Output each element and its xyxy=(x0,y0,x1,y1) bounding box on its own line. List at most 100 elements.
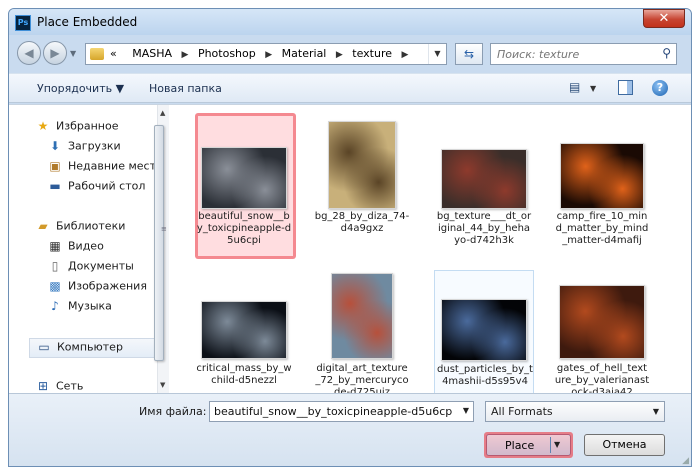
breadcrumb-masha[interactable]: MASHA xyxy=(132,47,172,60)
network-icon: ⊞ xyxy=(37,379,49,393)
place-embedded-dialog: Ps Place Embedded ✕ ◀ ▶ ▼ « MASHA ▶ Phot… xyxy=(8,8,692,467)
close-button[interactable]: ✕ xyxy=(643,9,685,28)
sidebar-item-favorites[interactable]: ★ Избранное xyxy=(35,119,119,137)
folder-icon xyxy=(90,48,104,60)
file-thumbnail xyxy=(560,143,644,209)
sidebar-item-downloads[interactable]: ⬇ Загрузки xyxy=(47,139,121,157)
photoshop-app-icon: Ps xyxy=(15,15,31,31)
sidebar-item-computer[interactable]: ▭ Компьютер xyxy=(29,338,156,358)
scroll-down-icon[interactable]: ▼ xyxy=(160,381,165,389)
navigation-pane: ★ Избранное ⬇ Загрузки ▣ Недавние места ▬ Ра… xyxy=(9,105,169,393)
refresh-button[interactable]: ⇆ xyxy=(455,43,483,65)
file-item[interactable]: bg_28_by_diza_74-d4a9gxz xyxy=(312,113,412,259)
dialog-body: ★ Избранное ⬇ Загрузки ▣ Недавние места ▬ Ра… xyxy=(9,104,691,393)
file-name: bg_texture___dt_original_44_by_hehayo-d7… xyxy=(436,211,532,246)
file-item[interactable]: beautiful_snow__by_toxicpineapple-d5u6cp… xyxy=(194,113,296,259)
change-view-icon[interactable]: ▤ xyxy=(569,80,580,94)
help-icon[interactable]: ? xyxy=(652,80,668,96)
breadcrumb: « MASHA ▶ Photoshop ▶ Material ▶ texture… xyxy=(110,47,414,60)
file-thumbnail xyxy=(201,301,287,359)
window-title: Place Embedded xyxy=(37,15,138,29)
file-thumbnail xyxy=(441,299,527,361)
filename-history-arrow-icon[interactable]: ▼ xyxy=(463,406,469,415)
file-item[interactable]: bg_texture___dt_original_44_by_hehayo-d7… xyxy=(434,113,534,259)
search-icon[interactable]: ⚲ xyxy=(662,46,671,60)
computer-icon: ▭ xyxy=(38,340,50,354)
file-format-select[interactable]: All Formats ▼ xyxy=(485,401,665,422)
breadcrumb-separator-icon[interactable]: ▶ xyxy=(402,50,409,60)
sidebar-item-network[interactable]: ⊞ Сеть xyxy=(35,379,83,393)
file-name: gates_of_hell_texture_by_valerianastock-… xyxy=(554,363,650,393)
file-name: critical_mass_by_wchild-d5nezzl xyxy=(196,363,292,386)
file-thumbnail xyxy=(201,147,287,209)
sidebar-item-video[interactable]: ▦ Видео xyxy=(47,239,103,257)
sidebar-item-libraries[interactable]: ▰ Библиотеки xyxy=(35,219,125,237)
filename-field[interactable] xyxy=(210,402,452,421)
command-bar: Упорядочить ▼ Новая папка ▤ ▼ ? xyxy=(9,73,691,103)
dialog-footer: Имя файла: ▼ All Formats ▼ Place ▼ Отмен… xyxy=(9,393,691,466)
place-button[interactable]: Place ▼ xyxy=(484,432,573,458)
search-box[interactable]: ⚲ xyxy=(490,43,677,65)
star-icon: ★ xyxy=(37,119,49,133)
new-folder-button[interactable]: Новая папка xyxy=(149,82,222,95)
file-thumbnail xyxy=(328,121,396,209)
file-name: camp_fire_10_mind_matter_by_mind_matter-… xyxy=(555,211,649,246)
file-thumbnail xyxy=(331,273,393,359)
recent-pages-arrow-icon[interactable]: ▼ xyxy=(70,49,76,58)
breadcrumb-separator-icon[interactable]: ▶ xyxy=(336,50,343,60)
breadcrumb-prefix[interactable]: « xyxy=(110,47,117,60)
scroll-up-icon[interactable]: ▲ xyxy=(160,109,165,117)
file-name: digital_art_texture_72_by_mercurycode-d7… xyxy=(315,363,409,393)
libraries-icon: ▰ xyxy=(38,219,48,233)
place-button-label: Place xyxy=(505,439,535,452)
filename-label: Имя файла: xyxy=(139,405,207,418)
back-button[interactable]: ◀ xyxy=(17,41,41,65)
file-item[interactable]: digital_art_texture_72_by_mercurycode-d7… xyxy=(312,265,412,393)
file-item[interactable]: critical_mass_by_wchild-d5nezzl xyxy=(194,265,294,393)
file-item[interactable]: camp_fire_10_mind_matter_by_mind_matter-… xyxy=(552,113,652,259)
file-list: beautiful_snow__by_toxicpineapple-d5u6cp… xyxy=(172,105,691,393)
place-options-arrow-icon[interactable]: ▼ xyxy=(554,440,560,449)
sidebar-item-recent-places[interactable]: ▣ Недавние места xyxy=(47,159,162,177)
cancel-button[interactable]: Отмена xyxy=(584,434,665,456)
title-bar[interactable]: Ps Place Embedded ✕ xyxy=(9,9,691,35)
documents-icon: ▯ xyxy=(51,259,59,273)
forward-button[interactable]: ▶ xyxy=(43,41,67,65)
breadcrumb-photoshop[interactable]: Photoshop xyxy=(198,47,256,60)
split-divider xyxy=(550,437,551,453)
file-thumbnail xyxy=(559,285,645,359)
breadcrumb-separator-icon[interactable]: ▶ xyxy=(265,50,272,60)
sidebar-item-desktop[interactable]: ▬ Рабочий стол xyxy=(47,179,145,197)
organize-menu[interactable]: Упорядочить ▼ xyxy=(37,82,124,95)
sidebar-item-music[interactable]: ♪ Музыка xyxy=(47,299,112,317)
preview-pane-icon[interactable] xyxy=(618,80,633,95)
music-icon: ♪ xyxy=(51,299,59,313)
sidebar-item-documents[interactable]: ▯ Документы xyxy=(47,259,134,277)
downloads-icon: ⬇ xyxy=(49,139,61,153)
breadcrumb-material[interactable]: Material xyxy=(282,47,327,60)
view-options-arrow-icon[interactable]: ▼ xyxy=(590,84,596,93)
breadcrumb-texture[interactable]: texture xyxy=(352,47,392,60)
file-item[interactable]: gates_of_hell_texture_by_valerianastock-… xyxy=(552,265,652,393)
address-bar[interactable]: « MASHA ▶ Photoshop ▶ Material ▶ texture… xyxy=(85,43,447,65)
address-history-arrow-icon[interactable]: ▼ xyxy=(428,44,446,64)
scrollbar-grip-icon: ≡ xyxy=(161,225,167,233)
breadcrumb-separator-icon[interactable]: ▶ xyxy=(182,50,189,60)
sidebar-scrollbar[interactable]: ▲ ≡ ▼ xyxy=(154,105,169,393)
search-input[interactable] xyxy=(491,44,651,64)
scrollbar-thumb[interactable] xyxy=(154,125,164,361)
desktop-icon: ▬ xyxy=(49,179,61,193)
file-name: beautiful_snow__by_toxicpineapple-d5u6cp… xyxy=(196,211,292,246)
file-format-value: All Formats xyxy=(491,405,553,418)
recent-places-icon: ▣ xyxy=(49,159,61,173)
resize-grip-icon[interactable]: ◢ xyxy=(682,456,689,466)
sidebar-item-pictures[interactable]: ▩ Изображения xyxy=(47,279,147,297)
chevron-down-icon[interactable]: ▼ xyxy=(653,407,659,416)
file-item[interactable]: dust_particles_by_t4mashii-d5s95v4 xyxy=(434,270,534,393)
video-icon: ▦ xyxy=(49,239,61,253)
filename-combobox[interactable]: ▼ xyxy=(209,401,474,422)
pictures-icon: ▩ xyxy=(49,279,61,293)
address-row: ◀ ▶ ▼ « MASHA ▶ Photoshop ▶ Material ▶ t… xyxy=(9,37,691,71)
file-thumbnail xyxy=(441,149,527,209)
file-name: bg_28_by_diza_74-d4a9gxz xyxy=(314,211,410,234)
